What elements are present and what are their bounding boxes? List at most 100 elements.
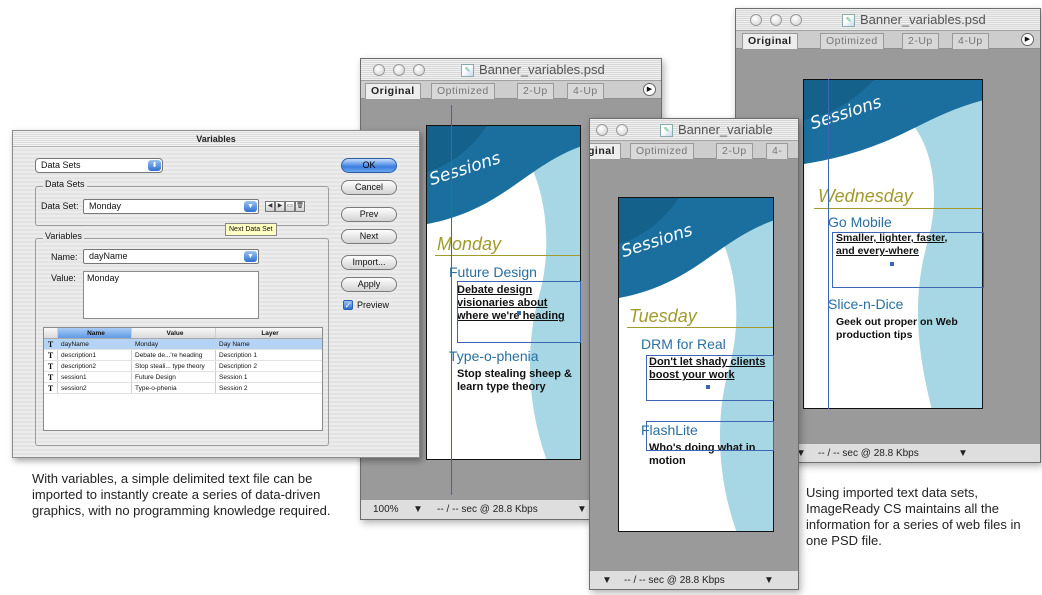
psd-file-icon: ✎ — [842, 14, 855, 27]
banner-day: Monday — [437, 234, 502, 254]
row-name: session1 — [58, 372, 132, 382]
selection-handle[interactable] — [890, 262, 894, 266]
table-row[interactable]: T session2 Type-o-phenia Session 2 — [44, 383, 322, 394]
text-selection-box-2[interactable] — [646, 421, 774, 451]
cancel-button[interactable]: Cancel — [341, 180, 397, 195]
table-row[interactable]: T description2 Stop steali... type theor… — [44, 361, 322, 372]
banner-title-1: Future Design — [449, 264, 537, 280]
popup-arrows-icon: ⬍ — [148, 160, 161, 171]
preview-checkbox[interactable]: ✓ — [343, 300, 353, 310]
view-tabs: Original Optimized 2-Up 4-Up ▶ — [361, 81, 661, 99]
prev-button[interactable]: Prev — [341, 207, 397, 222]
table-row[interactable]: T description1 Debate de...'re heading D… — [44, 350, 322, 361]
row-value: Monday — [132, 339, 216, 349]
text-selection-box[interactable] — [832, 232, 984, 288]
row-value: Future Design — [132, 372, 216, 382]
text-selection-box[interactable] — [646, 355, 774, 401]
download-time: -- / -- sec @ 28.8 Kbps — [624, 575, 725, 586]
column-header-value[interactable]: Value — [132, 328, 216, 338]
text-layer-icon: T — [44, 383, 58, 393]
selection-handle[interactable] — [706, 385, 710, 389]
new-dataset-icon[interactable]: ▭ — [285, 201, 295, 212]
row-layer: Description 1 — [219, 352, 257, 359]
tab-2up[interactable]: 2-Up — [716, 143, 753, 159]
ok-button[interactable]: OK — [341, 158, 397, 173]
banner-title-2: Type-o-phenia — [449, 348, 539, 364]
tab-2up[interactable]: 2-Up — [902, 33, 939, 49]
banner-day: Wednesday — [818, 186, 913, 206]
next-button[interactable]: Next — [341, 229, 397, 244]
mode-popup[interactable]: Data Sets ⬍ — [35, 158, 163, 173]
palette-menu-icon[interactable]: ▶ — [1021, 33, 1034, 46]
zoom-menu-icon[interactable]: ▼ — [413, 500, 423, 519]
column-header-name[interactable]: Name — [58, 328, 132, 338]
apply-button[interactable]: Apply — [341, 277, 397, 292]
dataset-popup[interactable]: Monday ▼ — [83, 199, 259, 214]
column-header-layer[interactable]: Layer — [216, 328, 321, 338]
caption-left: With variables, a simple delimited text … — [32, 471, 331, 518]
tab-original[interactable]: Original — [742, 33, 798, 49]
banner-desc-2: Stop stealing sheep & learn type theory — [457, 368, 572, 393]
next-dataset-icon[interactable]: ▶ — [275, 201, 285, 212]
download-menu-icon[interactable]: ▼ — [577, 500, 587, 519]
tab-4up[interactable]: 4-Up — [952, 33, 989, 49]
close-button[interactable] — [750, 14, 762, 26]
row-name: session2 — [58, 383, 132, 393]
row-value: Type-o-phenia — [132, 383, 216, 393]
tab-4up[interactable]: 4-Up — [567, 83, 604, 99]
delete-dataset-icon[interactable]: 🗑 — [295, 201, 305, 212]
value-textarea[interactable]: Monday — [83, 271, 259, 319]
window-titlebar[interactable]: ✎ Banner_variables.psd — [361, 59, 661, 81]
name-popup[interactable]: dayName ▼ — [83, 249, 259, 264]
zoom-button[interactable] — [616, 124, 628, 136]
datasets-group-label: Data Sets — [43, 179, 87, 189]
value-label: Value: — [51, 273, 76, 283]
tab-4up[interactable]: 4- — [766, 143, 789, 159]
popup-arrows-icon: ▼ — [244, 251, 257, 262]
previous-dataset-icon[interactable]: ◀ — [265, 201, 275, 212]
minimize-button[interactable] — [596, 124, 608, 136]
dataset-label: Data Set: — [41, 201, 79, 211]
table-row[interactable]: T dayName Monday Day Name — [44, 339, 322, 350]
minimize-button[interactable] — [393, 64, 405, 76]
day-underline — [814, 208, 982, 209]
popup-arrows-icon: ▼ — [244, 201, 257, 212]
import-button[interactable]: Import... — [341, 255, 397, 270]
day-underline — [627, 327, 773, 328]
row-name: description2 — [58, 361, 132, 371]
stage: ✎ Banner_variables.psd Original Optimize… — [0, 0, 1042, 595]
tab-optimized[interactable]: Optimized — [431, 83, 495, 99]
mode-popup-value: Data Sets — [41, 160, 81, 170]
row-layer: Day Name — [219, 341, 250, 348]
tab-2up[interactable]: 2-Up — [517, 83, 554, 99]
value-text: Monday — [87, 273, 120, 283]
psd-file-icon: ✎ — [660, 124, 673, 137]
tab-optimized[interactable]: Optimized — [630, 143, 694, 159]
close-button[interactable] — [373, 64, 385, 76]
minimize-button[interactable] — [770, 14, 782, 26]
banner-title-1: Go Mobile — [828, 214, 892, 230]
dialog-title: Variables — [13, 131, 419, 147]
status-menu-icon[interactable]: ▼ — [602, 571, 612, 589]
zoom-button[interactable] — [790, 14, 802, 26]
window-titlebar[interactable]: ✎ Banner_variables.psd — [736, 9, 1040, 31]
status-bar: ▼ -- / -- sec @ 28.8 Kbps ▼ — [590, 570, 798, 589]
table-row[interactable]: T session1 Future Design Session 1 — [44, 372, 322, 383]
variables-dialog: Variables Data Sets ⬍ Data Sets Data Set… — [12, 130, 420, 458]
tab-original[interactable]: Original — [365, 83, 421, 99]
download-menu-icon[interactable]: ▼ — [764, 571, 774, 589]
day-underline — [435, 255, 580, 256]
view-tabs: Original Optimized 2-Up 4-Up ▶ — [736, 31, 1040, 49]
text-layer-icon: T — [44, 361, 58, 371]
window-titlebar[interactable]: ✎ Banner_variable — [590, 119, 798, 141]
download-menu-icon[interactable]: ▼ — [958, 444, 968, 462]
zoom-level[interactable]: 100% — [373, 500, 399, 519]
palette-menu-icon[interactable]: ▶ — [643, 83, 656, 96]
banner-title-1: DRM for Real — [641, 336, 726, 352]
selection-handle[interactable] — [517, 311, 521, 315]
tab-optimized[interactable]: Optimized — [820, 33, 884, 49]
zoom-button[interactable] — [413, 64, 425, 76]
tab-original[interactable]: ginal — [590, 143, 622, 159]
guide-line — [451, 105, 452, 495]
row-layer: Session 2 — [219, 385, 248, 392]
